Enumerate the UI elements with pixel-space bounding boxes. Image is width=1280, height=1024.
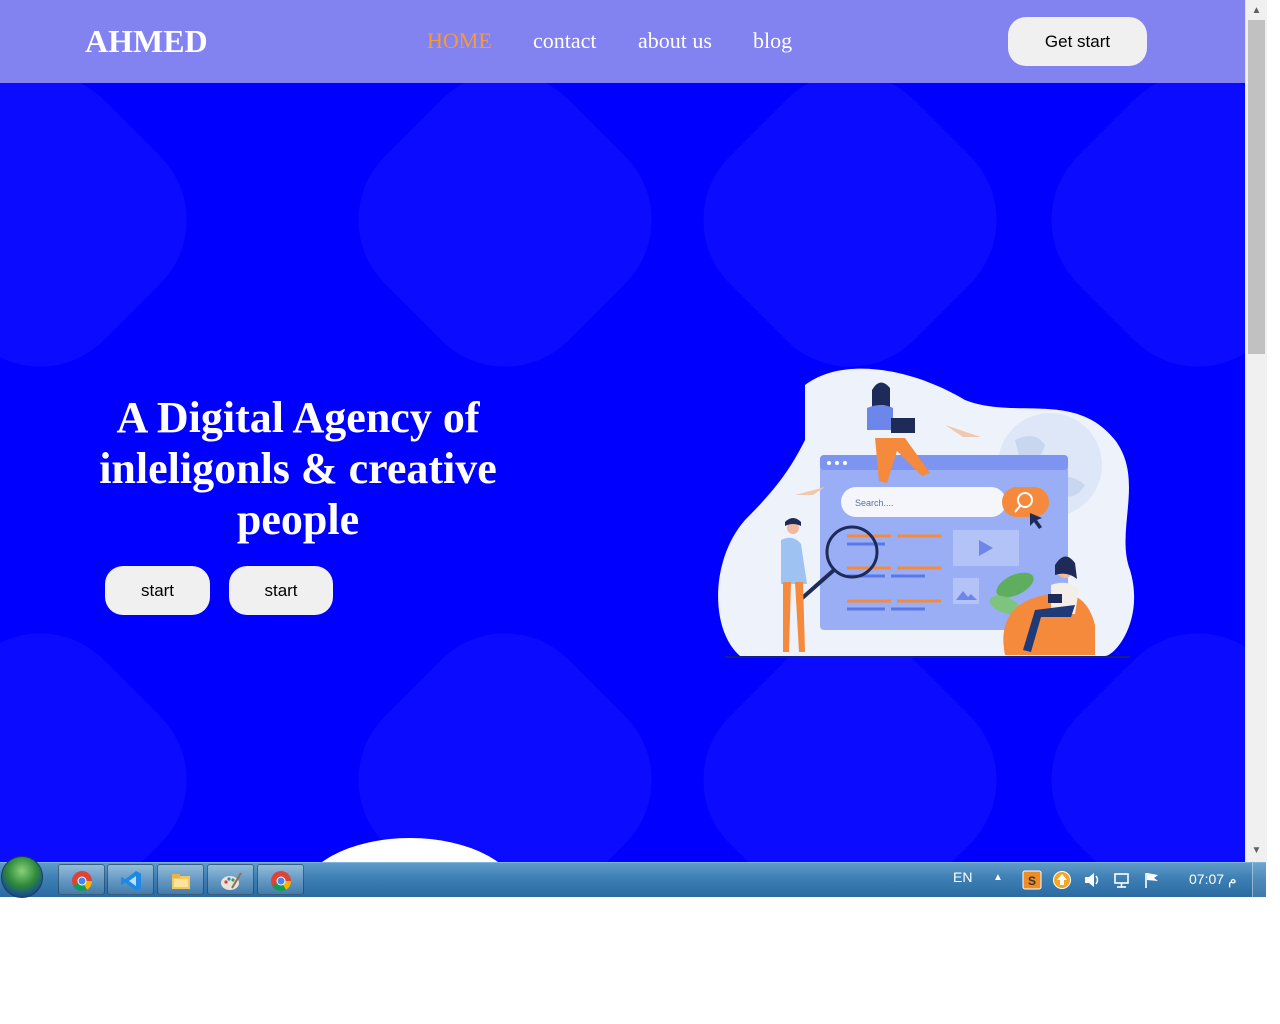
hero-title-line: people	[236, 495, 360, 544]
file-explorer-icon	[172, 874, 190, 889]
browser-viewport: AHMED HOME contact about us blog Get sta…	[0, 0, 1245, 862]
show-desktop-button[interactable]	[1252, 863, 1267, 897]
background-tile	[321, 596, 689, 862]
site-header: AHMED HOME contact about us blog Get sta…	[0, 0, 1245, 83]
hero-title: A Digital Agency of inleligonls & creati…	[80, 392, 516, 545]
start-button[interactable]: start	[105, 566, 210, 615]
taskbar-paint-button[interactable]	[207, 864, 254, 895]
sublime-tray-icon[interactable]: S	[1022, 870, 1042, 890]
nav-link-home[interactable]: HOME	[427, 26, 492, 56]
action-center-flag-icon[interactable]	[1142, 870, 1162, 890]
nav-link-contact[interactable]: contact	[533, 26, 597, 56]
background-tile	[0, 36, 224, 404]
scrollbar-thumb[interactable]	[1248, 20, 1265, 354]
background-tile	[0, 596, 224, 862]
chrome-icon	[271, 871, 292, 892]
illustration-search-text: Search....	[855, 498, 894, 508]
taskbar-clock[interactable]: 07:07 م	[1189, 871, 1237, 888]
windows-taskbar: EN ▲ S 07:07 م	[0, 856, 1267, 898]
start-menu-icon[interactable]	[1, 856, 43, 898]
language-indicator[interactable]: EN	[953, 869, 972, 885]
nav-link-blog[interactable]: blog	[753, 26, 792, 56]
background-tile	[666, 36, 1034, 404]
update-tray-icon[interactable]	[1052, 870, 1072, 890]
nav-link-about-us[interactable]: about us	[638, 26, 712, 56]
scroll-down-arrow-icon[interactable]: ▼	[1246, 842, 1267, 862]
network-icon[interactable]	[1112, 870, 1132, 890]
digital-agency-illustration-icon: Search....	[718, 368, 1135, 658]
vscode-icon	[121, 871, 141, 891]
taskbar-vscode-button[interactable]	[107, 864, 154, 895]
volume-icon[interactable]	[1082, 870, 1102, 890]
background-tile	[321, 36, 689, 404]
get-start-button[interactable]: Get start	[1008, 17, 1147, 66]
hero-title-line: inleligonls & creative	[99, 444, 497, 493]
chrome-icon	[72, 871, 93, 892]
paint-icon	[221, 872, 242, 890]
vertical-scrollbar[interactable]: ▲ ▼	[1245, 0, 1267, 862]
taskbar-chrome-button[interactable]	[257, 864, 304, 895]
taskbar-explorer-button[interactable]	[157, 864, 204, 895]
start-button[interactable]: start	[229, 566, 333, 615]
hero-title-line: A Digital Agency of	[116, 393, 480, 442]
background-tile	[1014, 36, 1245, 404]
scroll-up-arrow-icon[interactable]: ▲	[1246, 0, 1267, 20]
site-logo[interactable]: AHMED	[85, 22, 208, 60]
taskbar-chrome-button[interactable]	[58, 864, 105, 895]
svg-text:S: S	[1028, 874, 1036, 888]
show-hidden-icons-icon[interactable]: ▲	[993, 872, 1003, 883]
